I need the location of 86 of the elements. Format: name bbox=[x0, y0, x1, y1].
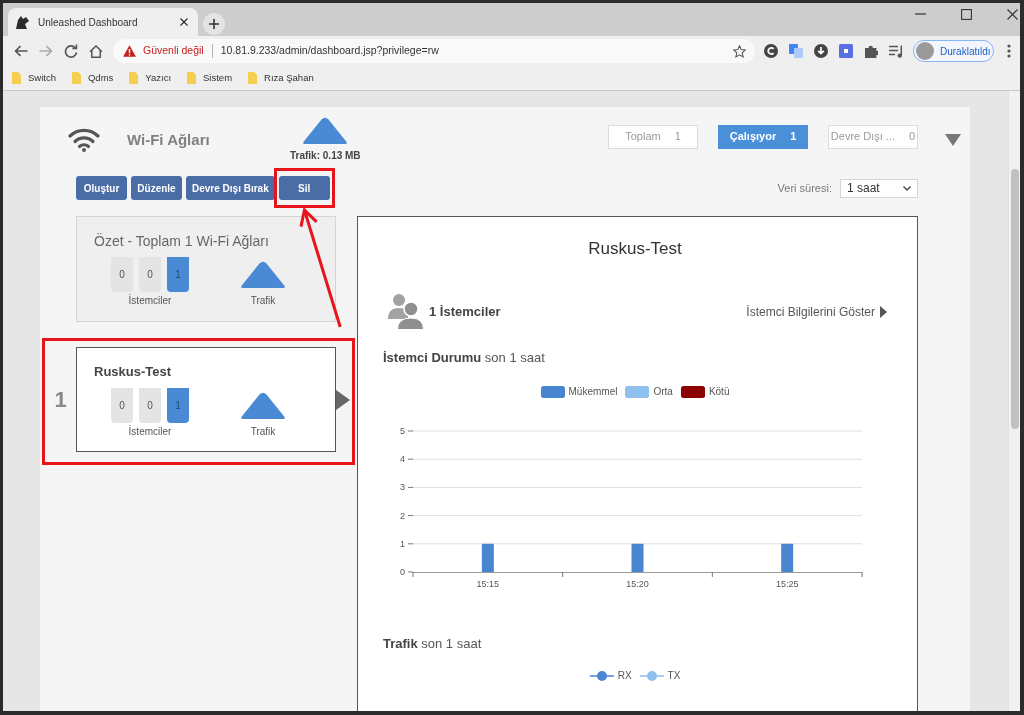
avatar bbox=[916, 42, 934, 60]
triangle-icon bbox=[240, 392, 286, 419]
y-axis-label: 1 bbox=[400, 538, 405, 549]
address-bar[interactable]: Güvenli değil 10.81.9.233/admin/dashboard.jsp?privilege=rw bbox=[113, 39, 755, 63]
bookmark-folder[interactable]: Sistem bbox=[187, 70, 233, 86]
close-icon[interactable] bbox=[180, 18, 188, 26]
legend-label: Mükemmel bbox=[568, 385, 618, 399]
users-icon bbox=[388, 293, 424, 330]
legend-label: Kötü bbox=[708, 385, 730, 399]
action-button[interactable]: Düzenle bbox=[131, 176, 182, 200]
folder-icon bbox=[12, 72, 21, 84]
client-count: 0 bbox=[111, 257, 133, 292]
client-count: 0 bbox=[111, 388, 133, 423]
network-name: Ruskus-Test bbox=[94, 363, 172, 381]
maximize-icon[interactable] bbox=[961, 8, 972, 20]
tile-icon[interactable] bbox=[839, 44, 853, 58]
y-axis-label: 4 bbox=[400, 454, 405, 465]
bar bbox=[781, 543, 794, 572]
y-axis-label: 2 bbox=[400, 510, 405, 521]
wifi-icon bbox=[68, 127, 100, 152]
home-icon[interactable] bbox=[89, 44, 103, 58]
bookmark-folder[interactable]: Rıza Şahan bbox=[248, 70, 314, 86]
browser-tab[interactable]: Unleashed Dashboard bbox=[8, 8, 198, 36]
star-icon[interactable] bbox=[733, 44, 746, 58]
chevron-down-icon bbox=[903, 185, 911, 191]
legend-label: TX bbox=[667, 669, 681, 683]
clients-label: İstemciler bbox=[128, 294, 172, 308]
documents-icon[interactable] bbox=[789, 44, 803, 58]
clients-label: İstemciler bbox=[128, 425, 172, 439]
network-card[interactable]: Ruskus-Test 0 0 1 İstemciler Trafik bbox=[76, 347, 336, 452]
client-count: 1 bbox=[167, 388, 189, 423]
new-tab-icon[interactable] bbox=[203, 13, 225, 35]
scrollbar[interactable] bbox=[1008, 91, 1020, 711]
folder-icon bbox=[129, 72, 139, 84]
period-select[interactable]: 1 saat bbox=[840, 178, 918, 198]
folder-icon bbox=[187, 72, 197, 84]
client-count-title: 1 İstemciler bbox=[429, 302, 501, 321]
profile-button[interactable]: Duraklatıldı bbox=[913, 40, 994, 62]
bar bbox=[481, 543, 494, 572]
menu-icon[interactable] bbox=[1007, 44, 1011, 58]
traffic-label: Trafik bbox=[250, 425, 276, 439]
x-axis-label: 15:25 bbox=[775, 579, 799, 589]
action-button[interactable]: Oluştur bbox=[76, 176, 127, 200]
client-count: 1 bbox=[167, 257, 189, 292]
summary-title: Özet - Toplam 1 Wi-Fi Ağları bbox=[94, 232, 269, 250]
caret-right-icon bbox=[880, 305, 887, 318]
network-index: 1 bbox=[53, 386, 68, 414]
puzzle-icon[interactable] bbox=[864, 44, 878, 58]
bookmark-folder[interactable]: Yazıcı bbox=[129, 70, 172, 86]
bookmark-folder[interactable]: Switch bbox=[12, 70, 56, 86]
x-axis-label: 15:20 bbox=[626, 579, 649, 589]
back-icon[interactable] bbox=[14, 45, 28, 57]
scrollbar-thumb[interactable] bbox=[1010, 169, 1019, 429]
site-logo-icon bbox=[16, 15, 29, 29]
triangle-icon bbox=[302, 117, 349, 144]
legend-label: RX bbox=[617, 669, 632, 683]
period-label: Veri süresi: bbox=[777, 180, 832, 196]
y-axis-label: 0 bbox=[400, 567, 405, 577]
folder-icon bbox=[248, 72, 258, 84]
detail-title: Ruskus-Test bbox=[588, 238, 682, 260]
x-axis-label: 15:15 bbox=[476, 579, 500, 589]
download-icon[interactable] bbox=[814, 44, 828, 58]
caret-down-icon[interactable] bbox=[945, 133, 961, 146]
page-title: Wi-Fi Ağları bbox=[127, 130, 210, 148]
security-warning[interactable]: Güvenli değil bbox=[143, 43, 204, 59]
client-count: 0 bbox=[139, 388, 161, 423]
client-info-link[interactable]: İstemci Bilgilerini Göster bbox=[746, 302, 887, 321]
bookmark-folder[interactable]: Qdms bbox=[72, 70, 114, 86]
folder-icon bbox=[72, 72, 81, 84]
playlist-icon[interactable] bbox=[889, 44, 903, 58]
traffic-label: Trafik bbox=[250, 294, 276, 308]
circle-letter-icon[interactable] bbox=[764, 44, 778, 58]
bar bbox=[631, 543, 644, 572]
action-button[interactable]: Sil bbox=[278, 176, 330, 200]
triangle-icon bbox=[240, 261, 286, 288]
reload-icon[interactable] bbox=[64, 44, 78, 58]
y-axis-label: 5 bbox=[400, 426, 405, 436]
client-count: 0 bbox=[139, 257, 161, 292]
warning-icon bbox=[123, 45, 136, 57]
close-icon[interactable] bbox=[1007, 8, 1018, 20]
chart-title: Trafik son 1 saat bbox=[383, 635, 482, 653]
y-axis-label: 3 bbox=[400, 482, 405, 493]
action-button[interactable]: Devre Dışı Bırak bbox=[186, 176, 275, 200]
chart-title: İstemci Durumu son 1 saat bbox=[383, 349, 545, 367]
traffic-total: Trafik: 0.13 MB bbox=[290, 150, 361, 162]
legend-label: Orta bbox=[653, 385, 673, 399]
